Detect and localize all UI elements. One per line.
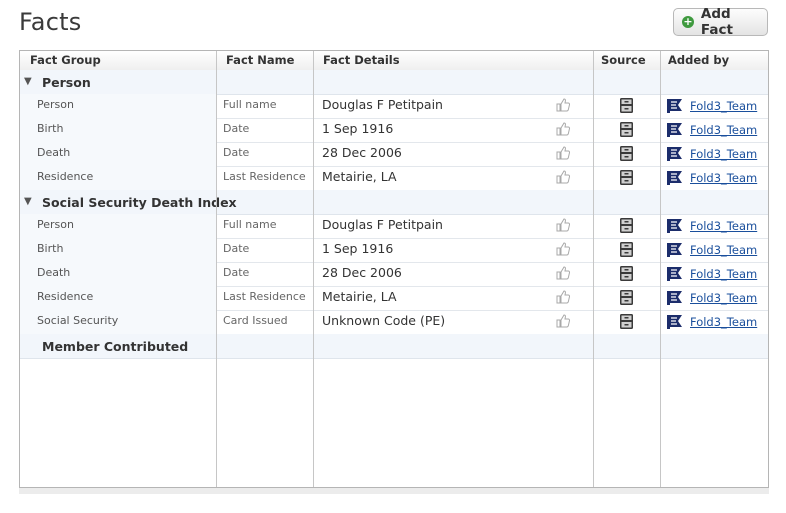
fact-group-cell: Birth [20, 238, 216, 262]
section-label: Social Security Death Index [42, 195, 237, 210]
added-by-link[interactable]: Fold3_Team [690, 286, 757, 310]
thumbs-up-icon[interactable] [555, 313, 571, 329]
fold3-flag-icon [666, 170, 683, 185]
fact-name-cell: Date [223, 146, 250, 159]
added-by-link[interactable]: Fold3_Team [690, 118, 757, 142]
table-row: Birth Date 1 Sep 1916 Fold3_Team [20, 238, 768, 263]
thumbs-up-icon[interactable] [555, 217, 571, 233]
fact-detail-cell: Metairie, LA [322, 289, 397, 304]
added-by-link[interactable]: Fold3_Team [690, 310, 757, 334]
file-cabinet-icon[interactable] [618, 97, 635, 114]
fact-detail-cell: 28 Dec 2006 [322, 145, 402, 160]
fold3-flag-icon [666, 122, 683, 137]
fact-detail-cell: Douglas F Petitpain [322, 217, 443, 232]
column-header-added-by[interactable]: Added by [660, 51, 768, 70]
fact-detail-cell: 1 Sep 1916 [322, 241, 394, 256]
file-cabinet-icon[interactable] [618, 265, 635, 282]
table-row: Death Date 28 Dec 2006 Fold3_Team [20, 262, 768, 287]
added-by-link[interactable]: Fold3_Team [690, 238, 757, 262]
add-fact-button[interactable]: + Add Fact [673, 6, 768, 38]
thumbs-up-icon[interactable] [555, 169, 571, 185]
column-header-source[interactable]: Source [593, 51, 660, 70]
fold3-flag-icon [666, 98, 683, 113]
fold3-flag-icon [666, 242, 683, 257]
section-1[interactable]: ▼ Social Security Death Index [20, 190, 768, 215]
column-header-fact-name[interactable]: Fact Name [216, 51, 313, 70]
section-label: Member Contributed [42, 339, 189, 354]
thumbs-up-icon[interactable] [555, 265, 571, 281]
table-row: Residence Last Residence Metairie, LA Fold3… [20, 286, 768, 311]
column-divider [593, 51, 594, 487]
fact-name-cell: Card Issued [223, 314, 288, 327]
added-by-link[interactable]: Fold3_Team [690, 166, 757, 190]
table-header: Fact Group Fact Name Fact Details Source… [20, 51, 768, 71]
section-0[interactable]: ▼ Person [20, 70, 768, 95]
added-by-link[interactable]: Fold3_Team [690, 214, 757, 238]
fact-group-cell: Residence [20, 286, 216, 310]
fact-name-cell: Date [223, 242, 250, 255]
thumbs-up-icon[interactable] [555, 97, 571, 113]
file-cabinet-icon[interactable] [618, 145, 635, 162]
fold3-flag-icon [666, 266, 683, 281]
table-row: Death Date 28 Dec 2006 Fold3_Team [20, 142, 768, 167]
fact-name-cell: Full name [223, 218, 277, 231]
table-row: Person Full name Douglas F Petitpain Fold3_… [20, 214, 768, 239]
file-cabinet-icon[interactable] [618, 313, 635, 330]
table-row: Social Security Card Issued Unknown Code (… [20, 310, 768, 335]
fact-group-cell: Death [20, 142, 216, 166]
file-cabinet-icon[interactable] [618, 217, 635, 234]
fact-name-cell: Full name [223, 98, 277, 111]
fact-detail-cell: 1 Sep 1916 [322, 121, 394, 136]
column-header-fact-details[interactable]: Fact Details [313, 51, 593, 70]
table-row: Person Full name Douglas F Petitpain Fold3_… [20, 94, 768, 119]
fold3-flag-icon [666, 146, 683, 161]
column-divider [660, 51, 661, 487]
section-member-contributed[interactable]: Member Contributed [20, 334, 768, 359]
plus-circle-icon: + [682, 15, 694, 28]
column-header-fact-group[interactable]: Fact Group [20, 51, 216, 70]
column-divider [216, 51, 217, 487]
file-cabinet-icon[interactable] [618, 121, 635, 138]
page-title: Facts [19, 8, 82, 36]
fact-detail-cell: Douglas F Petitpain [322, 97, 443, 112]
file-cabinet-icon[interactable] [618, 169, 635, 186]
fact-name-cell: Date [223, 122, 250, 135]
fact-name-cell: Date [223, 266, 250, 279]
fact-name-cell: Last Residence [223, 290, 306, 303]
triangle-down-icon[interactable]: ▼ [24, 76, 32, 87]
thumbs-up-icon[interactable] [555, 241, 571, 257]
file-cabinet-icon[interactable] [618, 289, 635, 306]
section-label: Person [42, 75, 91, 90]
table-shadow [19, 488, 769, 494]
add-fact-label: Add Fact [700, 6, 733, 38]
fact-detail-cell: Unknown Code (PE) [322, 313, 446, 328]
facts-table: Fact Group Fact Name Fact Details Source… [19, 50, 769, 488]
fact-detail-cell: 28 Dec 2006 [322, 265, 402, 280]
fact-detail-cell: Metairie, LA [322, 169, 397, 184]
table-row: Birth Date 1 Sep 1916 Fold3_Team [20, 118, 768, 143]
thumbs-up-icon[interactable] [555, 121, 571, 137]
fold3-flag-icon [666, 314, 683, 329]
fact-group-cell: Birth [20, 118, 216, 142]
added-by-link[interactable]: Fold3_Team [690, 142, 757, 166]
fold3-flag-icon [666, 218, 683, 233]
triangle-down-icon[interactable]: ▼ [24, 196, 32, 207]
added-by-link[interactable]: Fold3_Team [690, 94, 757, 118]
table-row: Residence Last Residence Metairie, LA Fold3… [20, 166, 768, 191]
fact-group-cell: Person [20, 94, 216, 118]
thumbs-up-icon[interactable] [555, 289, 571, 305]
fact-group-cell: Person [20, 214, 216, 238]
thumbs-up-icon[interactable] [555, 145, 571, 161]
fact-group-cell: Death [20, 262, 216, 286]
fact-group-cell: Social Security [20, 310, 216, 334]
fold3-flag-icon [666, 290, 683, 305]
column-divider [313, 51, 314, 487]
added-by-link[interactable]: Fold3_Team [690, 262, 757, 286]
fact-group-cell: Residence [20, 166, 216, 190]
file-cabinet-icon[interactable] [618, 241, 635, 258]
fact-name-cell: Last Residence [223, 170, 306, 183]
